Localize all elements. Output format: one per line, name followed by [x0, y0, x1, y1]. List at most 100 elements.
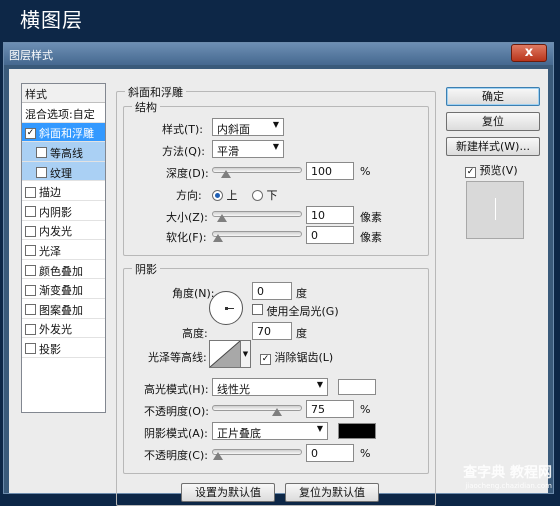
preview-mark — [495, 198, 496, 220]
style-item[interactable]: 描边 — [22, 181, 105, 201]
technique-select-value: 平滑 — [217, 145, 239, 158]
style-item[interactable]: ✓ 斜面和浮雕 — [22, 122, 105, 143]
styles-list: 样式 混合选项:自定 ✓ 斜面和浮雕 等高线纹理描边 内阴影 内发光光泽颜色叠加 渐变叠加… — [21, 83, 106, 413]
highlight-mode-value: 线性光 — [217, 383, 250, 396]
style-item[interactable]: 等高线 — [22, 142, 105, 162]
global-light-checkbox[interactable] — [252, 304, 263, 315]
chevron-down-icon: ▼ — [272, 142, 279, 151]
gloss-contour-swatch[interactable] — [209, 340, 241, 368]
highlight-opacity-unit: % — [360, 403, 371, 416]
anti-alias-checkbox[interactable]: ✓ — [260, 354, 271, 365]
style-item-checkbox[interactable]: ✓ — [25, 127, 36, 139]
style-item-checkbox[interactable] — [36, 167, 47, 179]
angle-input[interactable]: 0 — [252, 282, 292, 300]
angle-dial[interactable] — [209, 291, 243, 325]
bevel-emboss-title: 斜面和浮雕 — [125, 84, 186, 100]
shadow-opacity-input[interactable]: 0 — [306, 444, 354, 462]
styles-header[interactable]: 样式 — [22, 84, 105, 103]
depth-slider-thumb[interactable] — [220, 170, 231, 178]
direction-up-option[interactable]: 上 — [212, 187, 238, 203]
gloss-contour-dropdown[interactable]: ▼ — [241, 340, 251, 368]
style-item-checkbox[interactable] — [25, 304, 36, 316]
blend-options-item[interactable]: 混合选项:自定 — [22, 103, 105, 123]
style-item-checkbox[interactable] — [25, 343, 36, 355]
soften-label: 软化(F): — [166, 231, 207, 244]
style-item[interactable]: 纹理 — [22, 161, 105, 182]
size-slider-thumb[interactable] — [216, 214, 227, 222]
style-item-checkbox[interactable] — [25, 245, 36, 257]
style-item[interactable]: 图案叠加 — [22, 299, 105, 319]
direction-down-label: 下 — [266, 189, 278, 202]
style-item[interactable]: 颜色叠加 — [22, 260, 105, 280]
style-item-label: 描边 — [39, 186, 61, 200]
bevel-emboss-group: 斜面和浮雕 结构 样式(T): 内斜面 ▼ 方法(Q): 平滑 ▼ 深度(D): — [116, 84, 436, 506]
soften-slider[interactable] — [212, 231, 302, 242]
highlight-mode-select[interactable]: 线性光 ▼ — [212, 378, 328, 396]
shadow-mode-value: 正片叠底 — [217, 427, 261, 440]
style-item[interactable]: 渐变叠加 — [22, 279, 105, 299]
style-item-checkbox[interactable] — [25, 284, 36, 296]
chevron-down-icon: ▼ — [316, 380, 323, 389]
new-style-button[interactable]: 新建样式(W)... — [446, 137, 540, 156]
page-heading: 横图层 — [20, 8, 83, 32]
style-item-checkbox[interactable] — [25, 225, 36, 237]
soften-slider-thumb[interactable] — [213, 234, 223, 242]
style-item-label: 光泽 — [39, 244, 61, 258]
direction-down-radio[interactable] — [252, 190, 263, 201]
style-item-checkbox[interactable] — [25, 265, 36, 277]
gloss-contour-label: 光泽等高线: — [148, 351, 207, 364]
style-item-label: 斜面和浮雕 — [39, 127, 94, 141]
global-light-label: 使用全局光(G) — [266, 305, 339, 318]
reset-button[interactable]: 复位 — [446, 112, 540, 131]
ok-button[interactable]: 确定 — [446, 87, 540, 106]
style-item[interactable]: 内阴影 — [22, 201, 105, 221]
watermark-main: 查字典 教程网 — [463, 465, 552, 481]
direction-up-radio[interactable] — [212, 190, 223, 201]
style-select[interactable]: 内斜面 ▼ — [212, 118, 284, 136]
preview-checkbox[interactable]: ✓ — [465, 167, 476, 178]
reset-default-button[interactable]: 复位为默认值 — [285, 483, 379, 502]
shadow-opacity-thumb[interactable] — [213, 452, 223, 460]
highlight-opacity-label: 不透明度(O): — [144, 405, 209, 418]
layer-style-dialog: 图层样式 x 样式 混合选项:自定 ✓ 斜面和浮雕 等高线 纹理 描边 内阴影 内发光 光泽颜… — [3, 42, 554, 506]
style-item[interactable]: 投影 — [22, 338, 105, 358]
soften-input[interactable]: 0 — [306, 226, 354, 244]
anti-alias-option[interactable]: ✓ 消除锯齿(L) — [260, 349, 333, 365]
style-item-checkbox[interactable] — [25, 206, 36, 218]
shadow-color-swatch[interactable] — [338, 423, 376, 439]
technique-select[interactable]: 平滑 ▼ — [212, 140, 284, 158]
direction-down-option[interactable]: 下 — [252, 187, 278, 203]
highlight-opacity-input[interactable]: 75 — [306, 400, 354, 418]
style-item-checkbox[interactable] — [36, 147, 47, 159]
shadow-mode-label: 阴影模式(A): — [144, 427, 208, 440]
highlight-opacity-thumb[interactable] — [271, 408, 282, 416]
make-default-button[interactable]: 设置为默认值 — [181, 483, 275, 502]
angle-dial-needle — [227, 308, 234, 309]
altitude-unit: 度 — [296, 327, 307, 340]
shading-title: 阴影 — [132, 261, 160, 277]
highlight-opacity-slider[interactable] — [212, 405, 302, 416]
global-light-option[interactable]: 使用全局光(G) — [252, 303, 339, 319]
style-item[interactable]: 内发光 — [22, 221, 105, 241]
altitude-input[interactable]: 70 — [252, 322, 292, 340]
size-input[interactable]: 10 — [306, 206, 354, 224]
size-slider[interactable] — [212, 211, 302, 222]
style-item-checkbox[interactable] — [25, 186, 36, 198]
watermark: 查字典 教程网 jiaocheng.chazidian.com — [463, 462, 552, 490]
depth-slider[interactable] — [212, 167, 302, 178]
style-item-checkbox[interactable] — [25, 323, 36, 335]
technique-label: 方法(Q): — [162, 145, 205, 158]
shadow-mode-select[interactable]: 正片叠底 ▼ — [212, 422, 328, 440]
chevron-down-icon: ▼ — [272, 120, 279, 129]
shadow-opacity-slider[interactable] — [212, 449, 302, 460]
style-item[interactable]: 光泽 — [22, 240, 105, 260]
chevron-down-icon: ▼ — [316, 424, 323, 433]
style-item-label: 纹理 — [50, 166, 72, 180]
shading-group: 阴影 角度(N): 0 度 使用全局光(G) 高度: 70 度 光泽等高线: ▼… — [123, 261, 429, 474]
depth-input[interactable]: 100 — [306, 162, 354, 180]
close-button[interactable]: x — [511, 44, 547, 62]
style-item[interactable]: 外发光 — [22, 319, 105, 339]
preview-option[interactable]: ✓ 预览(V) — [465, 162, 518, 178]
highlight-color-swatch[interactable] — [338, 379, 376, 395]
style-item-label: 图案叠加 — [39, 303, 83, 317]
